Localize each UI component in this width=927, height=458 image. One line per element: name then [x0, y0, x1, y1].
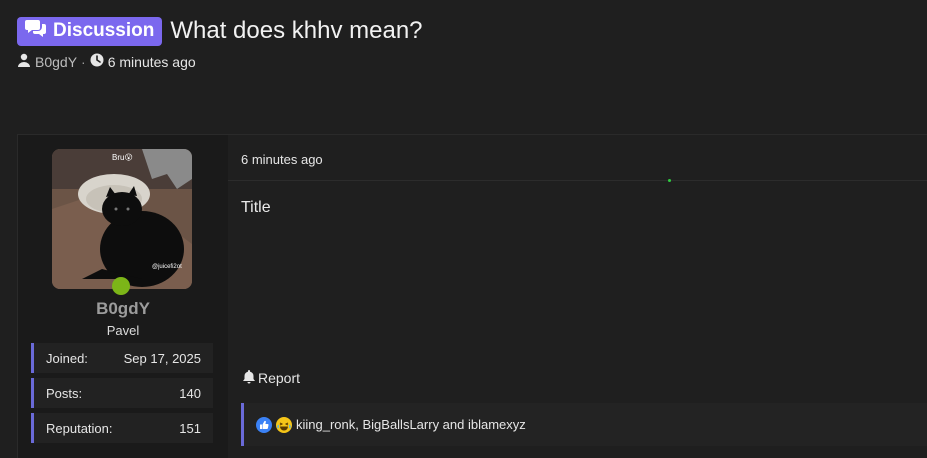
post-content-column: 6 minutes ago Title Report kiing_ronk, B…: [228, 135, 927, 458]
reactions-text[interactable]: kiing_ronk, BigBallsLarry and iblamexyz: [296, 417, 526, 432]
discussion-icon: [25, 18, 47, 44]
meta-separator: ·: [81, 53, 86, 70]
stat-row-posts: Posts: 140: [31, 378, 213, 408]
page: Discussion What does khhv mean? B0gdY · …: [0, 0, 927, 458]
avatar-caption: @juicefi2ot: [152, 264, 182, 270]
bell-icon: [242, 369, 256, 387]
thread-author[interactable]: B0gdY: [35, 54, 77, 70]
report-button[interactable]: Report: [242, 369, 300, 387]
avatar-wrap: Bru😮 @juicefi2ot: [52, 149, 192, 295]
reactions-bar[interactable]: kiing_ronk, BigBallsLarry and iblamexyz: [241, 403, 927, 446]
stat-label: Reputation:: [46, 420, 113, 436]
stat-value: Sep 17, 2025: [123, 350, 201, 366]
title-row: Discussion What does khhv mean?: [17, 15, 917, 47]
report-label: Report: [258, 370, 301, 386]
avatar[interactable]: Bru😮 @juicefi2ot: [52, 149, 192, 289]
stat-value: 140: [179, 385, 201, 401]
post-body: Title: [241, 199, 271, 216]
thread-meta: B0gdY · 6 minutes ago: [17, 53, 917, 70]
stat-value: 151: [179, 420, 201, 436]
avatar-top-text: Bru😮: [112, 153, 133, 162]
thread-time[interactable]: 6 minutes ago: [108, 54, 196, 70]
status-dot: [668, 179, 671, 182]
clock-icon: [90, 53, 104, 70]
online-status-indicator: [112, 277, 130, 295]
post: Bru😮 @juicefi2ot B0gdY Pavel Joined: Sep…: [17, 134, 927, 458]
prefix-badge[interactable]: Discussion: [17, 16, 163, 46]
post-user-column: Bru😮 @juicefi2ot B0gdY Pavel Joined: Sep…: [18, 135, 228, 458]
like-icon: [256, 416, 272, 433]
stat-label: Joined:: [46, 350, 88, 366]
post-date[interactable]: 6 minutes ago: [241, 152, 323, 167]
post-username[interactable]: B0gdY: [18, 299, 228, 319]
divider: [228, 180, 927, 181]
stat-row-reputation: Reputation: 151: [31, 413, 213, 443]
thread-title: What does khhv mean?: [170, 17, 423, 44]
laugh-icon: [276, 416, 292, 433]
user-icon: [17, 53, 31, 70]
user-title: Pavel: [106, 323, 140, 338]
user-stats: Joined: Sep 17, 2025 Posts: 140 Reputati…: [31, 343, 213, 448]
thread-header: Discussion What does khhv mean? B0gdY · …: [17, 15, 917, 70]
stat-label: Posts:: [46, 385, 83, 401]
prefix-label: Discussion: [53, 20, 155, 41]
stat-row-joined: Joined: Sep 17, 2025: [31, 343, 213, 373]
